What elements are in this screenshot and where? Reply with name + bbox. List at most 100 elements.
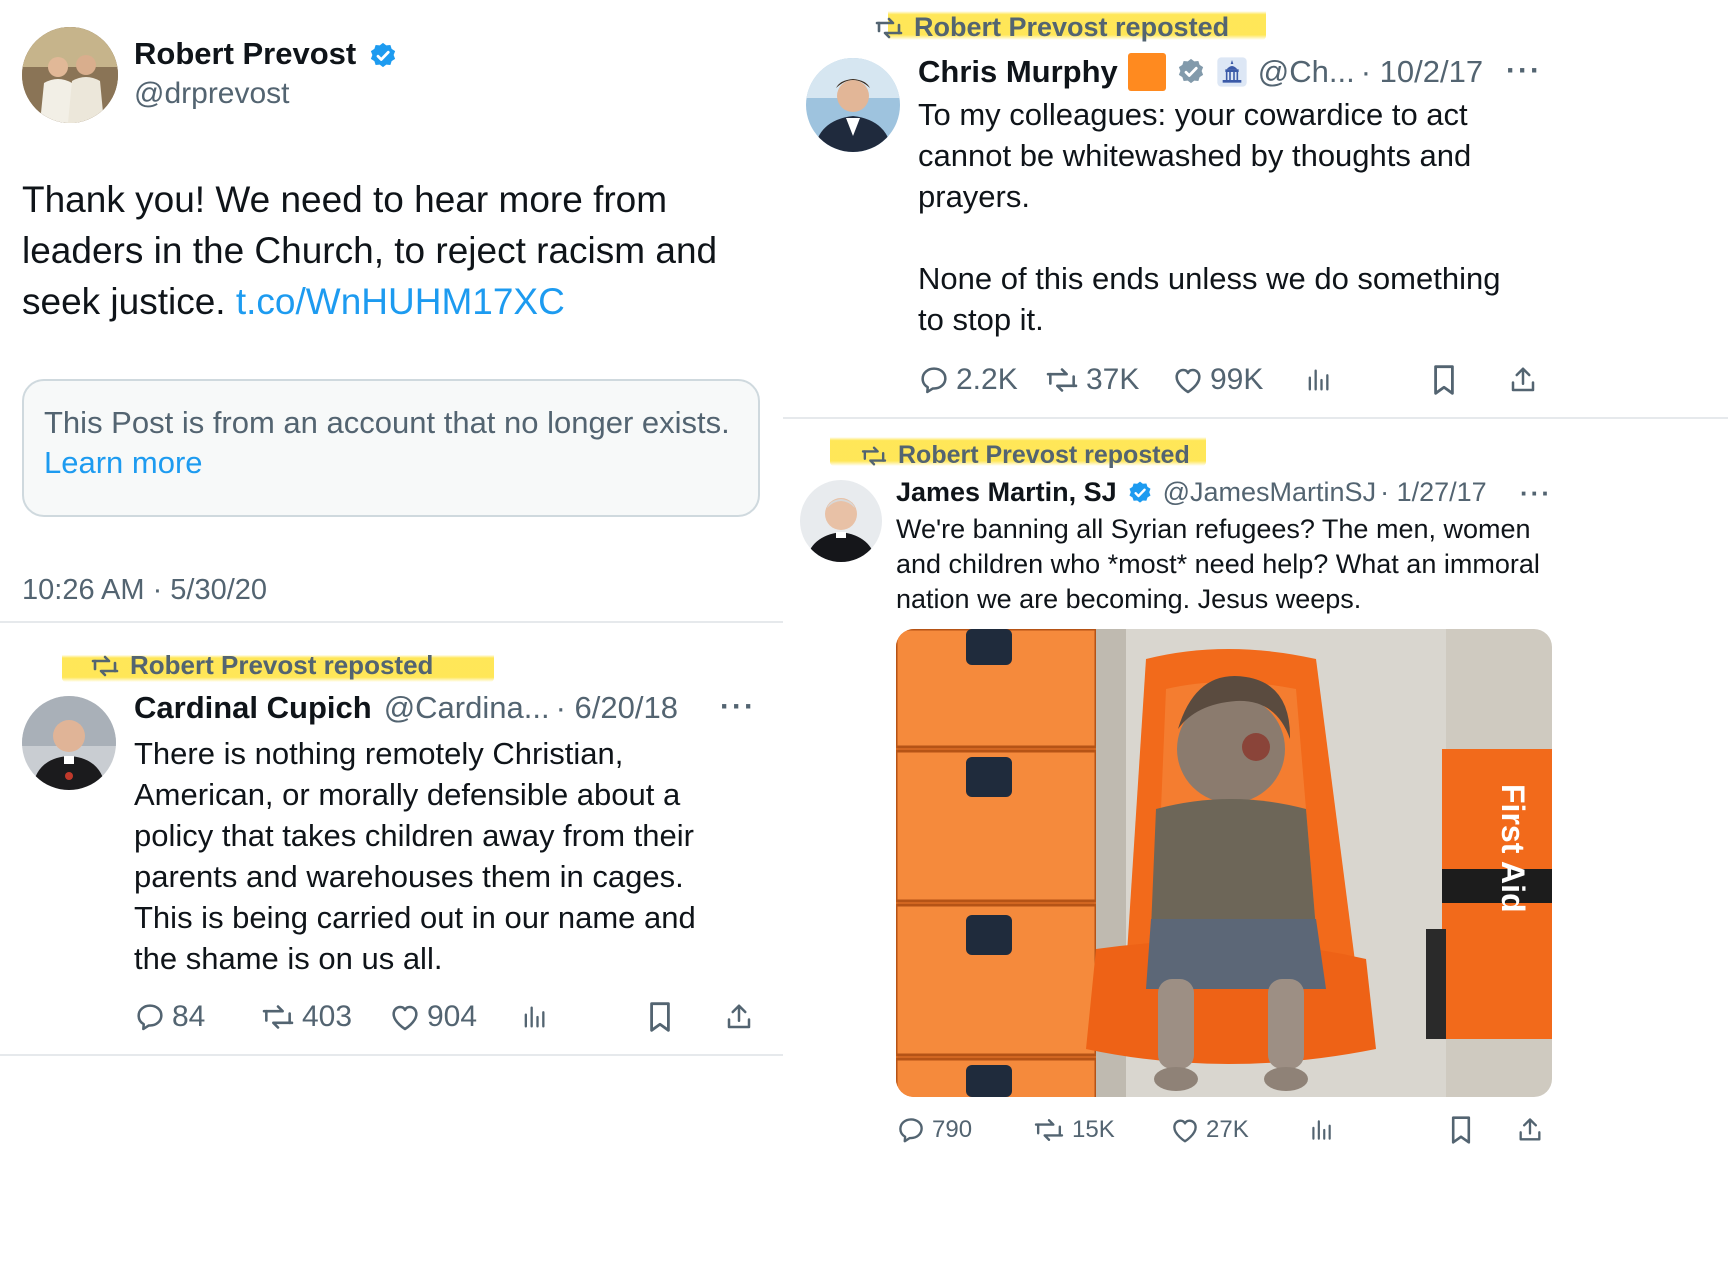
media-photo (896, 629, 1552, 1097)
more-options-icon[interactable]: ··· (1520, 478, 1552, 509)
more-options-icon[interactable]: ··· (720, 690, 756, 724)
avatar[interactable] (806, 58, 900, 152)
reply-button[interactable]: 790 (896, 1115, 972, 1145)
divider (0, 621, 783, 623)
tweet-header: Cardinal Cupich @Cardina... · 6/20/18 (134, 690, 678, 726)
reply-icon (921, 367, 947, 394)
reply-icon (899, 1118, 923, 1143)
heart-icon (1173, 1119, 1197, 1143)
like-button[interactable]: 27K (1170, 1116, 1249, 1144)
share-icon (1511, 367, 1535, 392)
tweet-line: to stop it. (918, 302, 1044, 337)
author-name[interactable]: James Martin, SJ (896, 477, 1117, 508)
verified-icon (368, 41, 398, 71)
tweet-line: and children who *most* need help? What … (896, 549, 1540, 579)
tweet-text: To my colleagues: your cowardice to act … (918, 94, 1538, 340)
tweet-text: Thank you! We need to hear more from lea… (22, 174, 742, 327)
more-options-icon[interactable]: ··· (1506, 54, 1542, 88)
tweet-header: Chris Murphy @Ch... · 10/2/17 (918, 53, 1483, 91)
deleted-account-notice: This Post is from an account that no lon… (22, 379, 760, 517)
notice-text: This Post is from an account that no lon… (44, 405, 730, 440)
repost-icon (875, 17, 903, 38)
tweet-text: We're banning all Syrian refugees? The m… (896, 512, 1576, 617)
timestamp[interactable]: 10:26 AM · 5/30/20 (22, 574, 267, 607)
avatar-photo (22, 696, 116, 790)
repost-button[interactable]: 37K (1044, 363, 1139, 397)
action-bar: 84 403 904 (134, 997, 758, 1037)
repost-count: 403 (302, 1000, 353, 1033)
bookmark-button[interactable] (1448, 1114, 1474, 1146)
like-button[interactable]: 904 (389, 1000, 477, 1034)
analytics-icon (524, 1006, 545, 1028)
avatar-photo (806, 58, 900, 152)
author-handle[interactable]: @drprevost (134, 77, 290, 111)
heart-icon (1175, 368, 1201, 394)
author-name[interactable]: Chris Murphy (918, 54, 1118, 90)
repost-icon (1034, 1119, 1064, 1141)
reply-count: 790 (932, 1116, 973, 1143)
author-handle[interactable]: @Ch... (1258, 54, 1355, 90)
tweet-text: There is nothing remotely Christian, Ame… (134, 733, 754, 979)
tweet-date[interactable]: · 1/27/17 (1380, 477, 1487, 508)
avatar-photo (22, 27, 118, 123)
share-button[interactable] (1516, 1115, 1544, 1145)
repost-button[interactable]: 15K (1032, 1116, 1115, 1144)
tweet-line: the shame is on us all. (134, 941, 443, 976)
reply-button[interactable]: 2.2K (918, 363, 1018, 397)
divider (0, 1054, 783, 1056)
avatar[interactable] (22, 696, 116, 790)
author-handle[interactable]: @JamesMartinSJ (1163, 477, 1376, 508)
bookmark-button[interactable] (646, 1000, 674, 1034)
bookmark-icon (1451, 1116, 1471, 1144)
tweet-header: James Martin, SJ @JamesMartinSJ · 1/27/1… (896, 477, 1487, 508)
share-button[interactable] (724, 1001, 754, 1033)
author-name[interactable]: Cardinal Cupich (134, 690, 372, 726)
reply-icon (137, 1004, 163, 1031)
repost-icon (91, 655, 119, 676)
tweet-line: cannot be whitewashed by thoughts and (918, 138, 1472, 173)
heart-icon (392, 1005, 418, 1031)
repost-indicator: Robert Prevost reposted (90, 650, 433, 681)
author-name[interactable]: Robert Prevost (134, 36, 356, 72)
tweet-line: policy that takes children away from the… (134, 818, 694, 853)
share-icon (727, 1004, 751, 1029)
repost-count: 37K (1086, 363, 1140, 396)
learn-more-link[interactable]: Learn more (44, 445, 203, 480)
tweet-line: prayers. (918, 179, 1030, 214)
reply-button[interactable]: 84 (134, 1000, 205, 1034)
bookmark-icon (650, 1002, 670, 1032)
views-button[interactable] (520, 1002, 548, 1032)
repost-label: Robert Prevost reposted (130, 650, 434, 680)
verified-icon (1127, 480, 1153, 506)
capitol-icon (1216, 56, 1248, 88)
analytics-icon (1308, 369, 1329, 391)
tweet-media[interactable]: First Aid (896, 629, 1552, 1097)
tweet-line: American, or morally defensible about a (134, 777, 681, 812)
avatar[interactable] (22, 27, 118, 123)
tweet-link[interactable]: t.co/WnHUHM17XC (236, 281, 565, 322)
repost-button[interactable]: 403 (260, 1000, 352, 1034)
share-icon (1519, 1118, 1541, 1141)
repost-indicator: Robert Prevost reposted (860, 441, 1190, 470)
like-button[interactable]: 99K (1172, 363, 1263, 397)
tweet-date[interactable]: · 6/20/18 (556, 690, 678, 726)
tweet-line: nation we are becoming. Jesus weeps. (896, 584, 1362, 614)
avatar[interactable] (800, 480, 882, 562)
tweet-date[interactable]: · 10/2/17 (1361, 54, 1483, 90)
bookmark-icon (1434, 365, 1454, 395)
tweet-line: To my colleagues: your cowardice to act (918, 97, 1468, 132)
bookmark-button[interactable] (1430, 363, 1458, 397)
analytics-icon (1312, 1120, 1331, 1140)
action-bar: 790 15K 27K (896, 1110, 1556, 1150)
share-button[interactable] (1508, 364, 1538, 396)
views-button[interactable] (1308, 1116, 1334, 1144)
author-handle[interactable]: @Cardina... (384, 690, 550, 726)
first-aid-label: First Aid (1495, 784, 1531, 913)
repost-label: Robert Prevost reposted (914, 12, 1230, 42)
views-button[interactable] (1304, 365, 1332, 395)
repost-icon (1046, 368, 1078, 392)
like-count: 27K (1206, 1116, 1249, 1143)
repost-label: Robert Prevost reposted (898, 441, 1190, 469)
tweet-line: We're banning all Syrian refugees? The m… (896, 514, 1531, 544)
